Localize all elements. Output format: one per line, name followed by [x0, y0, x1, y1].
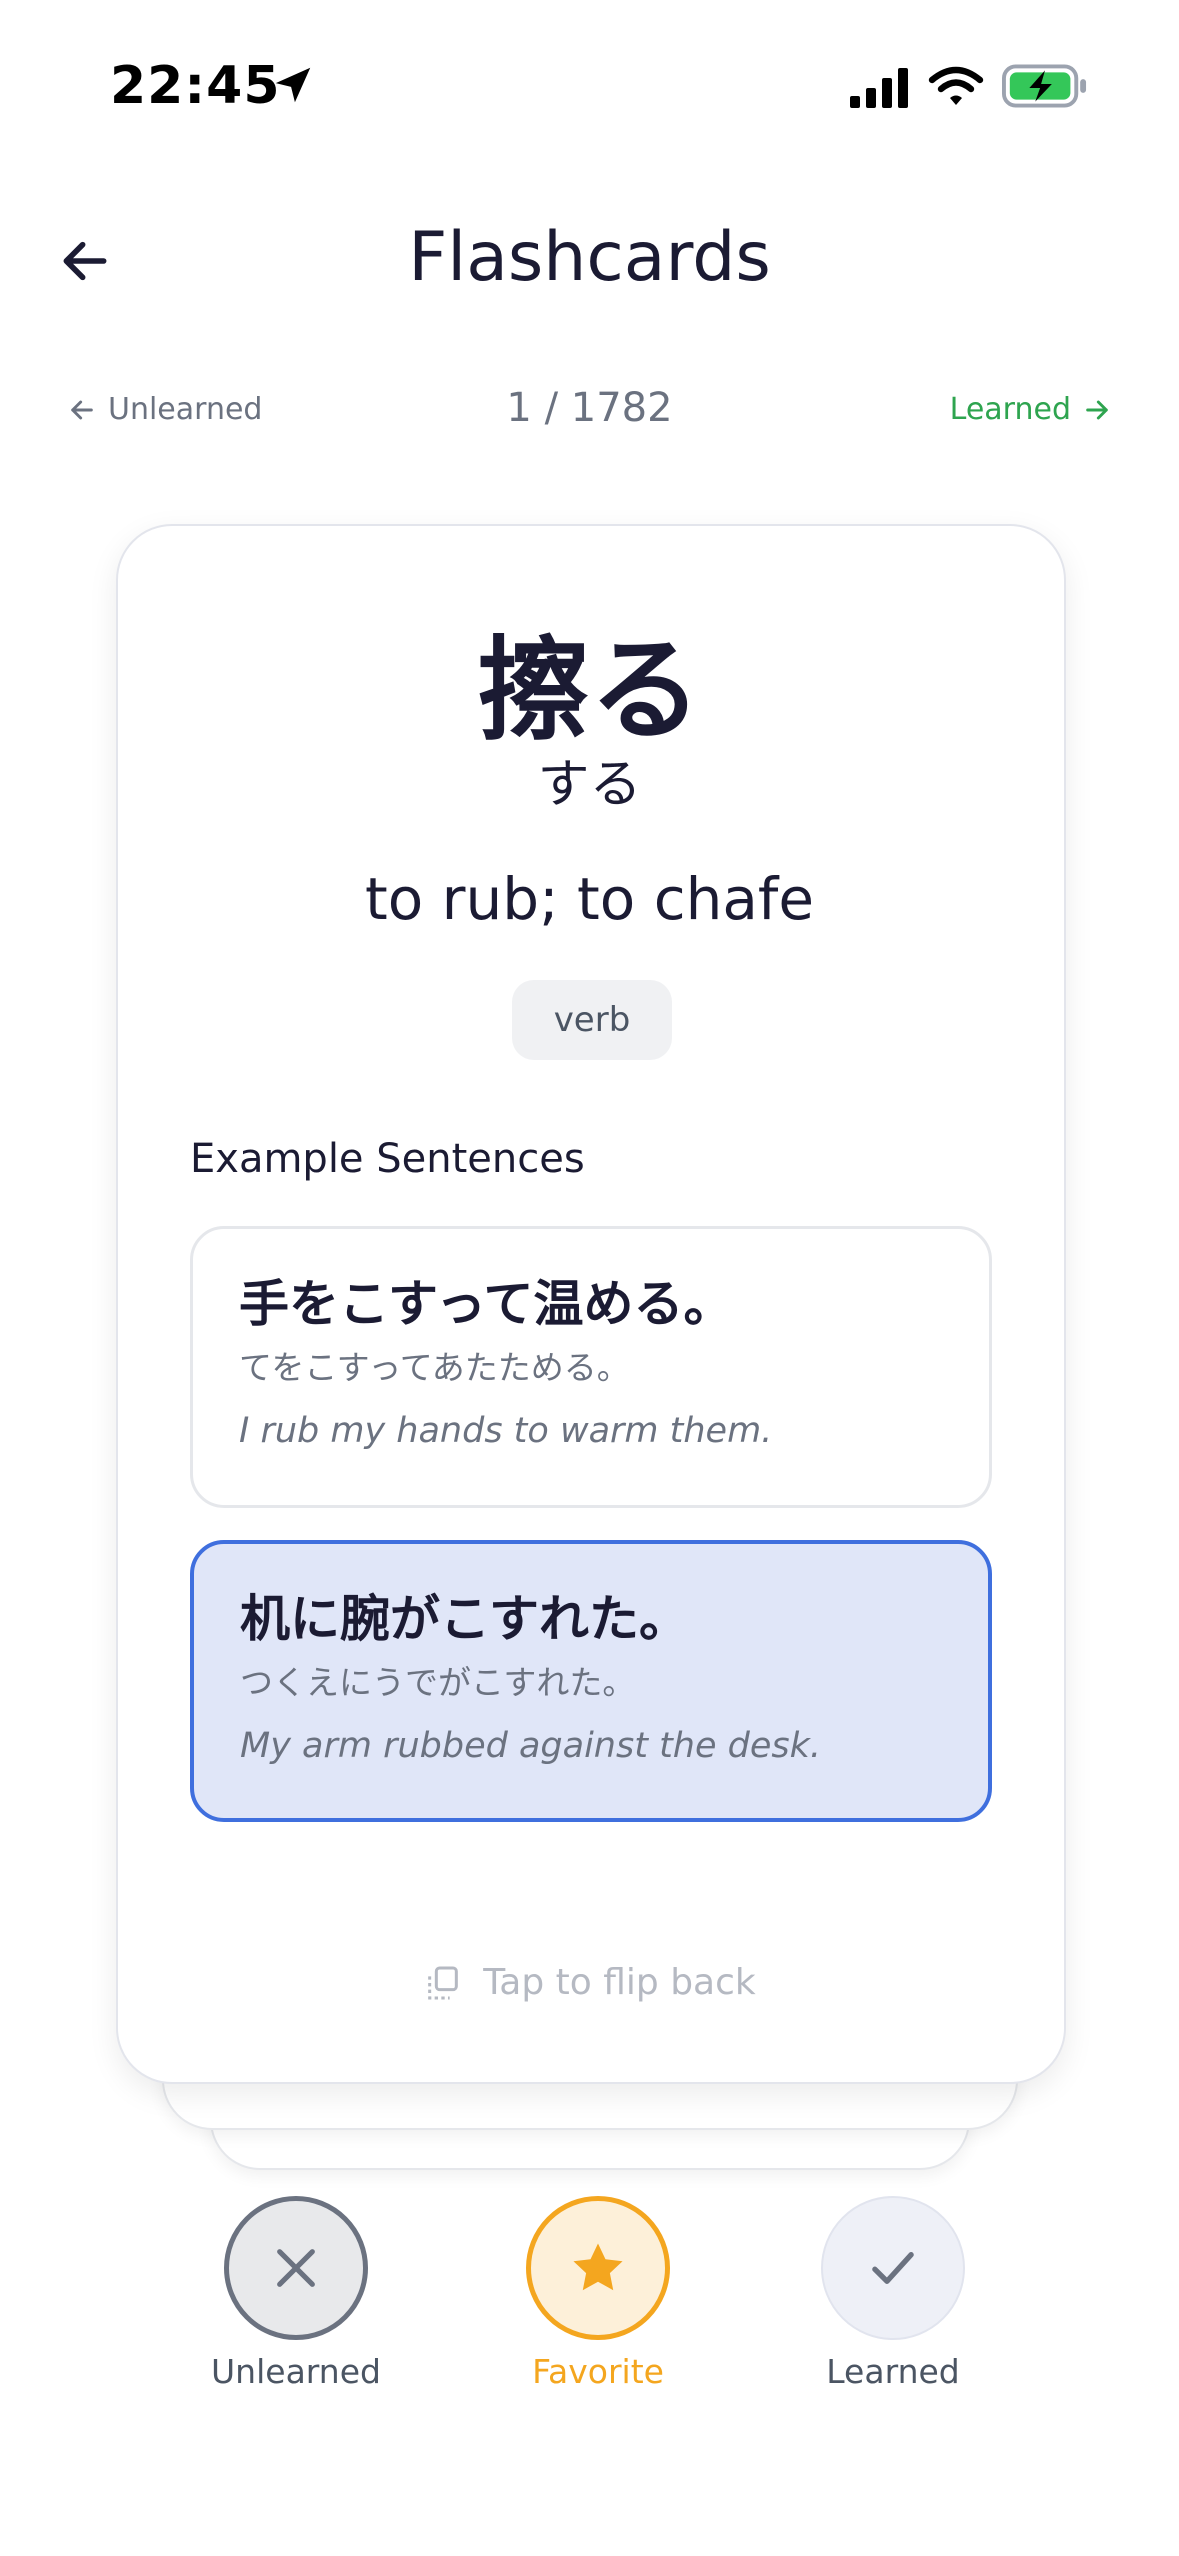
- nav-learned-label: Learned: [949, 392, 1071, 427]
- flip-card-icon: [428, 1966, 459, 1999]
- page-title: Flashcards: [408, 218, 771, 297]
- status-time: 22:45: [110, 56, 281, 116]
- flip-hint-label: Tap to flip back: [483, 1962, 756, 2003]
- mark-unlearned-button[interactable]: [224, 2196, 368, 2340]
- mark-unlearned-label: Unlearned: [211, 2352, 381, 2391]
- star-icon: [573, 2243, 623, 2291]
- battery-charging-icon: [1002, 64, 1087, 108]
- mark-learned-label: Learned: [826, 2352, 960, 2391]
- example-english: My arm rubbed against the desk.: [240, 1726, 822, 1766]
- cellular-signal-icon: [850, 68, 908, 108]
- checkmark-icon: [872, 2252, 914, 2284]
- example-japanese: 手をこすって温める。: [239, 1275, 734, 1333]
- favorite-label: Favorite: [532, 2352, 664, 2391]
- example-english: I rub my hands to warm them.: [239, 1411, 773, 1451]
- flip-hint[interactable]: Tap to flip back: [0, 1962, 1179, 2003]
- location-arrow-icon: [275, 67, 311, 103]
- flashcards-screen: 22:45 Flashcards Unlearned 1 / 1782 Lear…: [0, 0, 1179, 2556]
- mark-learned-button[interactable]: [821, 2196, 965, 2340]
- part-of-speech-badge: verb: [512, 980, 672, 1060]
- nav-learned-link[interactable]: Learned: [950, 392, 1113, 427]
- card-kanji: 擦る: [477, 626, 702, 756]
- favorite-button[interactable]: [526, 2196, 670, 2340]
- example-japanese: 机に腕がこすれた。: [240, 1590, 689, 1648]
- examples-heading: Example Sentences: [190, 1136, 585, 1182]
- wifi-icon: [928, 66, 984, 105]
- example-sentence-1[interactable]: 手をこすって温める。 てをこすってあたためる。 I rub my hands t…: [190, 1226, 992, 1508]
- card-meaning: to rub; to chafe: [364, 865, 815, 933]
- close-icon: [277, 2249, 315, 2287]
- arrow-right-icon: [1086, 400, 1108, 419]
- example-sentence-2-selected[interactable]: 机に腕がこすれた。 つくえにうでがこすれた。 My arm rubbed aga…: [190, 1540, 992, 1822]
- card-reading: する: [537, 755, 642, 815]
- example-kana: つくえにうでがこすれた。: [240, 1663, 636, 1702]
- example-kana: てをこすってあたためる。: [239, 1348, 630, 1387]
